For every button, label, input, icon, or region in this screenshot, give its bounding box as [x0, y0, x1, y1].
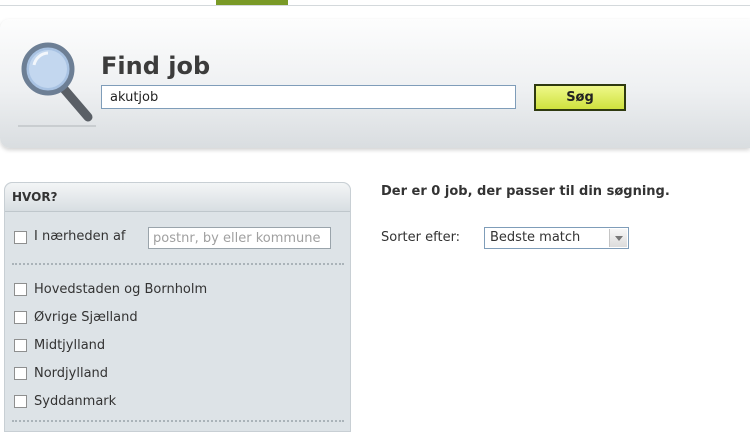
- near-checkbox[interactable]: [14, 231, 27, 244]
- region-label: Øvrige Sjælland: [34, 310, 138, 325]
- filter-header: HVOR?: [5, 183, 350, 212]
- region-checkbox-sjaelland[interactable]: [14, 311, 27, 324]
- sort-selected-value: Bedste match: [490, 230, 581, 245]
- sort-select[interactable]: Bedste match: [484, 227, 629, 249]
- magnifier-icon: [18, 42, 96, 127]
- active-tab-indicator: [216, 0, 288, 5]
- location-input[interactable]: [148, 227, 331, 249]
- divider: [12, 420, 344, 422]
- region-checkbox-midtjylland[interactable]: [14, 339, 27, 352]
- chevron-down-icon[interactable]: [609, 229, 627, 247]
- location-filter-panel: HVOR? I nærheden af Hovedstaden og Bornh…: [4, 182, 351, 432]
- search-input[interactable]: [101, 85, 516, 109]
- region-checkbox-syddanmark[interactable]: [14, 395, 27, 408]
- page-title: Find job: [101, 52, 211, 80]
- top-divider: [0, 0, 750, 6]
- region-label: Nordjylland: [34, 366, 109, 381]
- divider: [12, 263, 344, 265]
- region-label: Midtjylland: [34, 338, 106, 353]
- sort-label: Sorter efter:: [381, 230, 461, 245]
- region-label: Syddanmark: [34, 394, 117, 409]
- near-label: I nærheden af: [34, 229, 126, 244]
- results-summary: Der er 0 job, der passer til din søgning…: [381, 184, 670, 199]
- region-checkbox-nordjylland[interactable]: [14, 367, 27, 380]
- region-checkbox-hovedstaden[interactable]: [14, 283, 27, 296]
- search-button[interactable]: Søg: [534, 84, 626, 111]
- region-label: Hovedstaden og Bornholm: [34, 282, 208, 297]
- search-panel: Find job Søg: [0, 19, 750, 148]
